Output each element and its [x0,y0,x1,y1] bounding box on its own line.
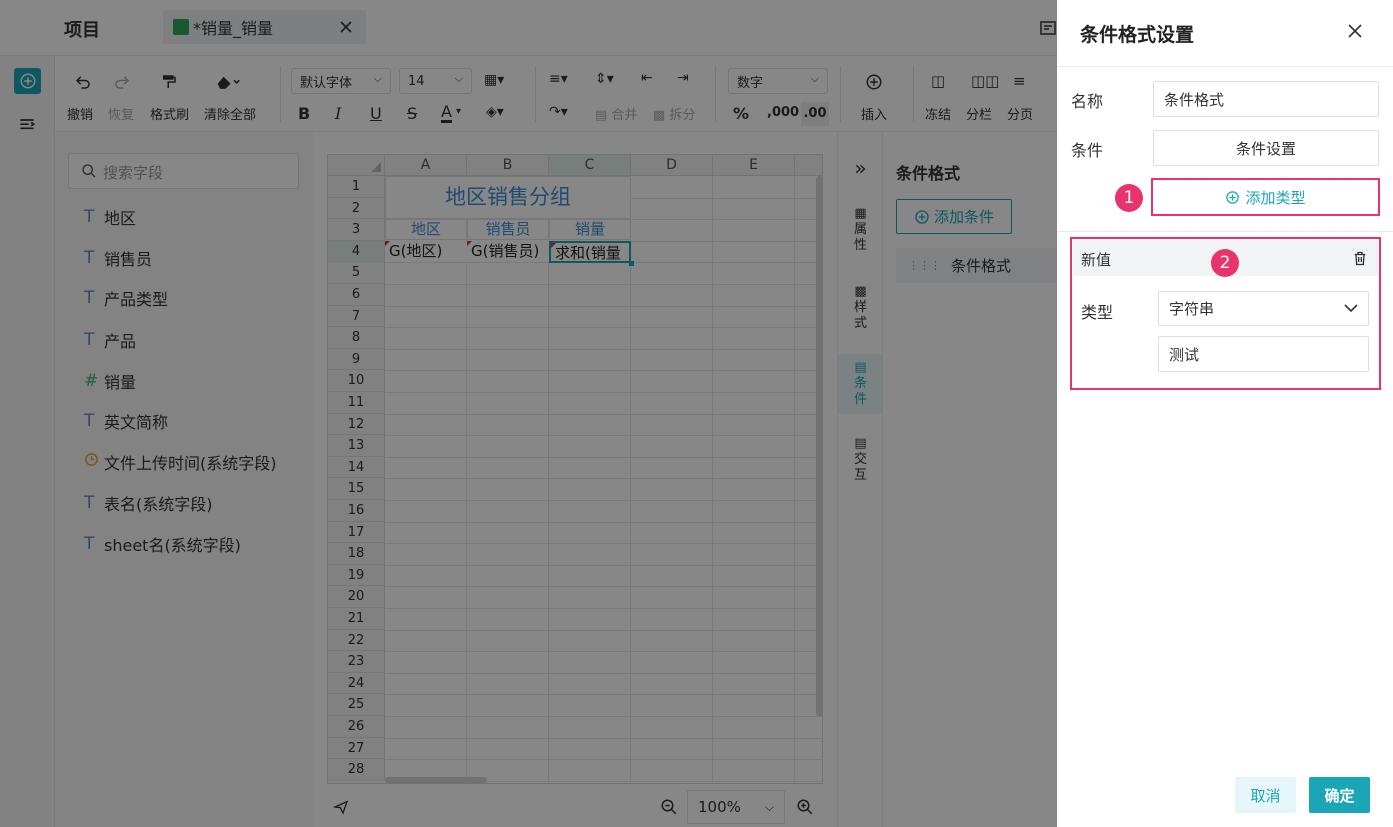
condition-format-drawer: 条件格式设置 名称 条件格式 条件 条件设置 1 添加类型 新值 2 类型 字符… [1057,0,1393,827]
condition-label: 条件 [1071,141,1104,160]
trash-icon[interactable] [1352,250,1368,267]
cancel-button[interactable]: 取消 [1235,777,1296,813]
step-badge-2: 2 [1211,249,1239,277]
divider [1057,231,1393,232]
close-icon[interactable] [1348,24,1362,38]
name-label: 名称 [1071,92,1104,111]
step-badge-1: 1 [1115,184,1143,212]
confirm-button[interactable]: 确定 [1309,777,1370,813]
value-input[interactable]: 测试 [1158,336,1369,372]
type-label: 类型 [1081,303,1114,322]
plus-circle-icon [1226,190,1240,204]
chevron-down-icon [1344,304,1358,313]
modal-overlay[interactable] [0,0,1057,827]
name-input[interactable]: 条件格式 [1153,81,1379,117]
divider [1057,66,1393,67]
drawer-title: 条件格式设置 [1080,24,1195,46]
condition-settings-button[interactable]: 条件设置 [1153,130,1379,166]
add-type-button[interactable]: 添加类型 [1155,182,1376,212]
type-select[interactable]: 字符串 [1158,291,1369,326]
new-value-label: 新值 [1081,251,1112,269]
